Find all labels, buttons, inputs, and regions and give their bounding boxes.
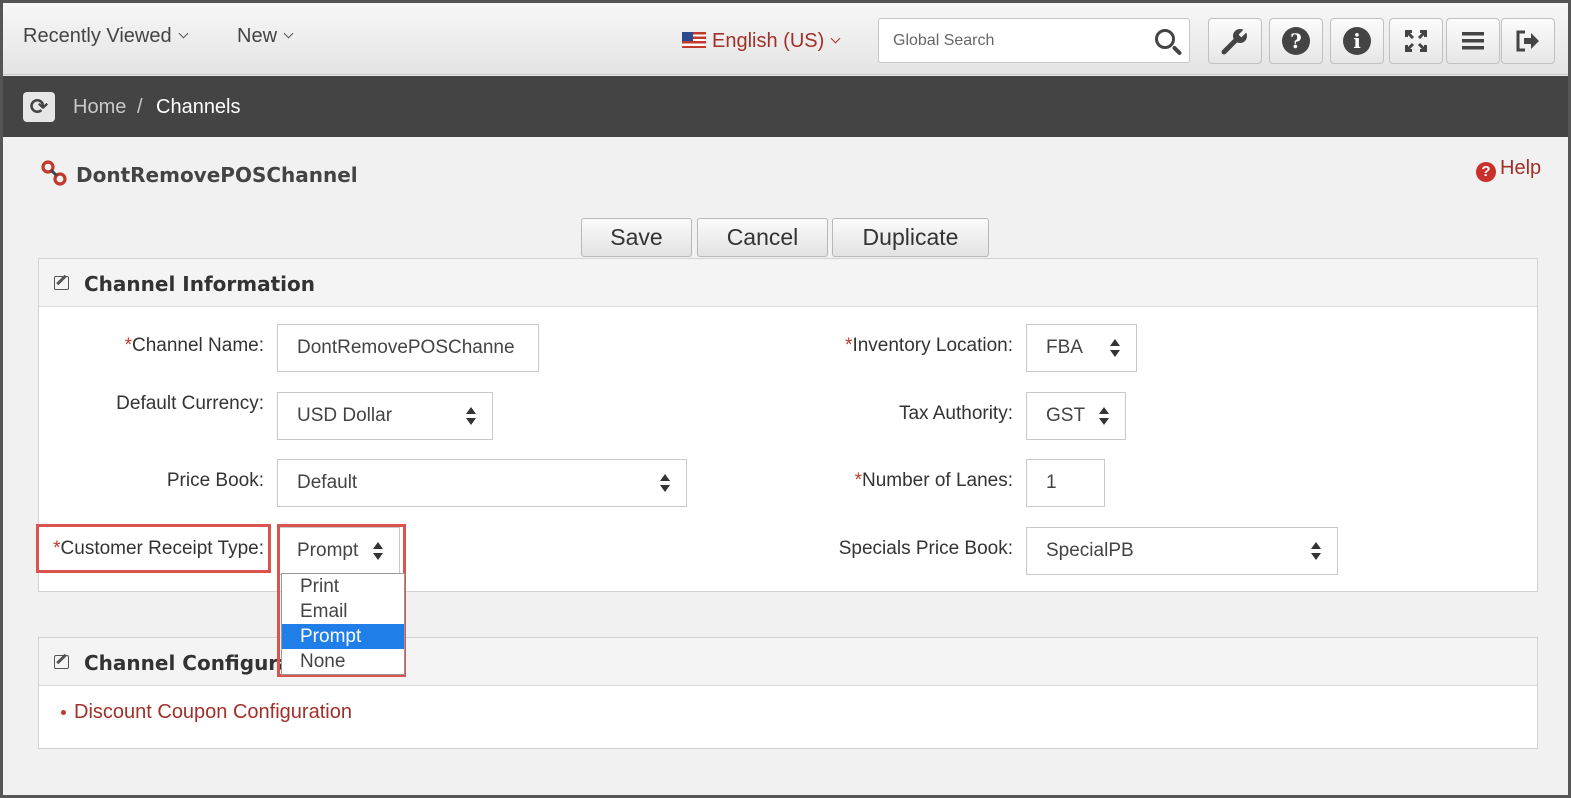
price-book-select[interactable]: Default — [277, 459, 687, 507]
section-title: Channel Information — [84, 272, 315, 296]
page-title: DontRemovePOSChannel — [76, 163, 358, 187]
select-arrows-icon — [1110, 339, 1120, 357]
fullscreen-icon — [1404, 29, 1428, 53]
default-currency-label: Default Currency: — [116, 393, 264, 414]
save-button[interactable]: Save — [581, 218, 692, 257]
info-button[interactable]: i — [1330, 18, 1384, 64]
number-of-lanes-input[interactable]: 1 — [1026, 459, 1105, 507]
dropdown-option-prompt[interactable]: Prompt — [282, 624, 404, 649]
breadcrumb-separator: / — [137, 96, 143, 118]
refresh-button[interactable]: ⟳ — [23, 92, 55, 122]
chevron-down-icon — [830, 33, 841, 44]
channel-name-input[interactable]: DontRemovePOSChanne — [277, 324, 539, 372]
fullscreen-button[interactable] — [1389, 18, 1443, 64]
recently-viewed-menu[interactable]: Recently Viewed — [23, 25, 189, 48]
duplicate-button[interactable]: Duplicate — [832, 218, 989, 257]
logout-icon — [1516, 30, 1539, 52]
global-search — [878, 18, 1190, 63]
refresh-icon: ⟳ — [29, 94, 49, 119]
price-book-label: Price Book: — [166, 470, 264, 491]
inventory-location-value: FBA — [1046, 337, 1083, 358]
settings-button[interactable] — [1208, 18, 1262, 64]
dropdown-option-email[interactable]: Email — [282, 599, 404, 624]
dropdown-option-print[interactable]: Print — [282, 574, 404, 599]
discount-coupon-configuration-link[interactable]: Discount Coupon Configuration — [61, 701, 352, 724]
chevron-down-icon — [178, 28, 189, 39]
new-menu[interactable]: New — [237, 25, 294, 48]
label-text: Inventory Location: — [852, 335, 1013, 356]
receipt-type-label-highlight — [36, 524, 271, 573]
edit-icon — [54, 276, 69, 290]
channel-name-label: *Channel Name: — [125, 335, 264, 357]
breadcrumb-current: Channels — [156, 96, 241, 118]
default-currency-value: USD Dollar — [297, 405, 393, 426]
info-icon: i — [1343, 27, 1371, 55]
label-text: Number of Lanes: — [861, 470, 1013, 491]
language-label: English (US) — [712, 30, 825, 52]
required-mark: * — [854, 470, 862, 491]
us-flag-icon — [682, 32, 706, 48]
link-text: Discount Coupon Configuration — [74, 701, 352, 723]
menu-button[interactable] — [1446, 18, 1500, 64]
number-of-lanes-label: *Number of Lanes: — [855, 470, 1013, 492]
inventory-location-select[interactable]: FBA — [1026, 324, 1137, 372]
channel-link-icon — [41, 160, 67, 186]
breadcrumb: ⟳ Home / Channels — [3, 76, 1568, 137]
select-arrows-icon — [1311, 542, 1321, 560]
app-window: Recently Viewed New English (US) ? i — [0, 0, 1571, 798]
label-text: Channel Name: — [131, 335, 264, 356]
receipt-type-dropdown: Print Email Prompt None — [281, 573, 405, 675]
logout-button[interactable] — [1501, 18, 1555, 64]
dropdown-option-none[interactable]: None — [282, 649, 404, 674]
edit-icon — [54, 655, 69, 669]
channel-configuration-header: Channel Configuration — [39, 638, 1537, 686]
help-label: Help — [1500, 157, 1542, 179]
cancel-button[interactable]: Cancel — [697, 218, 828, 257]
new-label: New — [237, 25, 278, 47]
channel-configuration-panel: Channel Configuration Discount Coupon Co… — [38, 637, 1538, 749]
select-arrows-icon — [466, 407, 476, 425]
channel-information-header: Channel Information — [39, 259, 1537, 307]
tax-authority-label: Tax Authority: — [898, 403, 1013, 424]
help-icon: ? — [1282, 27, 1310, 55]
select-arrows-icon — [1099, 407, 1109, 425]
tax-authority-value: GST — [1046, 405, 1086, 426]
help-circle-icon: ? — [1476, 162, 1496, 182]
language-selector[interactable]: English (US) — [682, 30, 841, 53]
select-arrows-icon — [660, 474, 670, 492]
page-content: DontRemovePOSChannel ? Help Save Cancel D… — [3, 137, 1568, 795]
menu-icon — [1462, 32, 1484, 50]
specials-price-book-value: SpecialPB — [1046, 540, 1134, 561]
top-navigation-bar: Recently Viewed New English (US) ? i — [3, 3, 1568, 75]
bullet-icon — [61, 710, 66, 715]
channel-configuration-body: Discount Coupon Configuration — [39, 686, 1537, 748]
search-icon[interactable] — [1155, 29, 1175, 49]
chevron-down-icon — [283, 28, 294, 39]
price-book-value: Default — [297, 472, 358, 493]
inventory-location-label: *Inventory Location: — [845, 335, 1013, 357]
help-link[interactable]: ? Help — [1476, 157, 1541, 182]
tax-authority-select[interactable]: GST — [1026, 392, 1126, 440]
wrench-icon — [1221, 27, 1249, 55]
required-mark: * — [124, 335, 132, 356]
recently-viewed-label: Recently Viewed — [23, 25, 172, 47]
global-search-input[interactable] — [893, 29, 1143, 53]
specials-price-book-label: Specials Price Book: — [838, 538, 1013, 559]
specials-price-book-select[interactable]: SpecialPB — [1026, 527, 1338, 575]
help-button[interactable]: ? — [1269, 18, 1323, 64]
breadcrumb-home-link[interactable]: Home — [73, 96, 126, 119]
default-currency-select[interactable]: USD Dollar — [277, 392, 493, 440]
